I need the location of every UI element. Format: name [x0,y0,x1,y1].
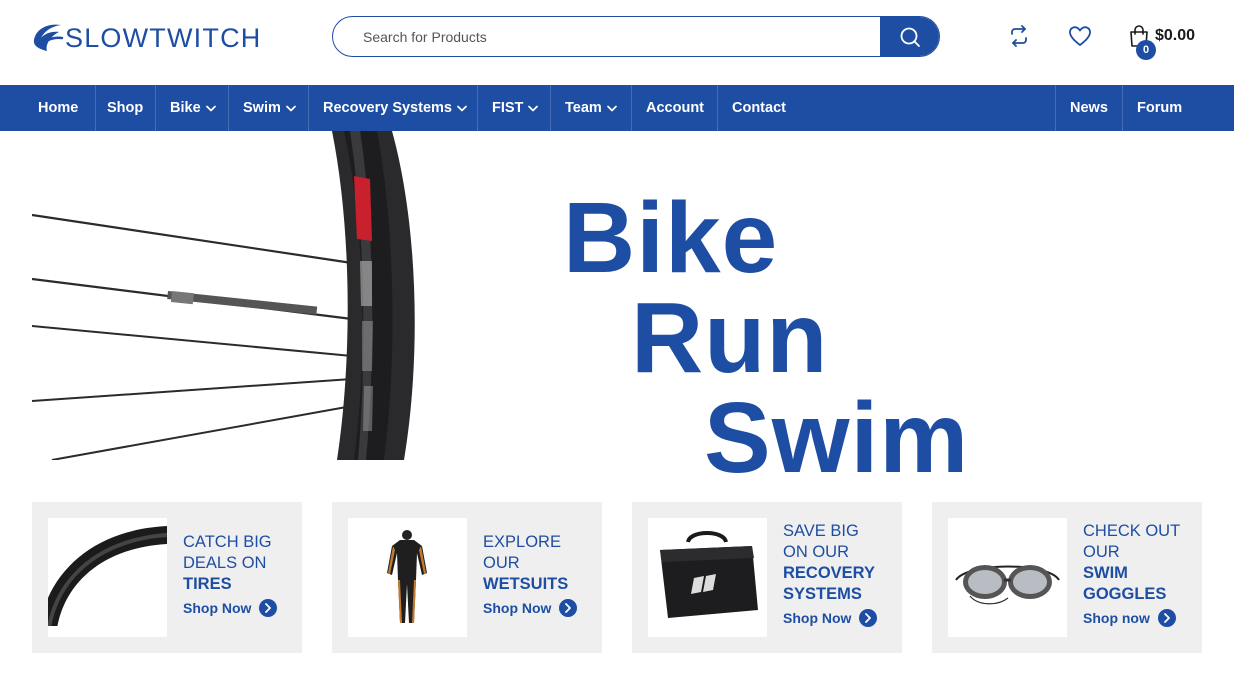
promo-card-swim-goggles[interactable]: CHECK OUT OUR SWIM GOGGLES Shop now [932,502,1202,653]
promo-line: OUR [1083,543,1120,561]
promo-card-tires[interactable]: CATCH BIG DEALS ON TIRES Shop Now [32,502,302,653]
nav-item-label: FIST [492,100,524,116]
search-button[interactable] [880,17,939,56]
shop-now-label: Shop Now [783,610,852,626]
nav-item-home[interactable]: Home [38,85,78,131]
search-input[interactable] [333,17,880,56]
promo-text: CHECK OUT OUR SWIM GOGGLES Shop now [1083,521,1195,627]
site-header: SLOWTWITCH 0 $0.00 [0,0,1234,85]
nav-item-fist[interactable]: FIST [492,85,539,131]
promo-line: DEALS ON [183,554,267,572]
nav-item-bike[interactable]: Bike [170,85,216,131]
svg-text:SLOWTWITCH: SLOWTWITCH [65,23,261,53]
nav-item-swim[interactable]: Swim [243,85,296,131]
promo-line: OUR [483,554,520,572]
promo-text: EXPLORE OUR WETSUITS Shop Now [483,532,595,617]
hero-wheel-image [32,131,416,460]
nav-divider [477,85,478,131]
hero-word-swim: Swim [704,382,970,494]
nav-item-label: Account [646,100,704,116]
nav-divider [1055,85,1056,131]
promo-line: CHECK OUT [1083,522,1181,540]
compare-icon [1011,25,1027,47]
nav-item-contact[interactable]: Contact [732,85,786,131]
shop-now-link[interactable]: Shop Now [183,599,295,617]
promo-card-wetsuits[interactable]: EXPLORE OUR WETSUITS Shop Now [332,502,602,653]
nav-divider [631,85,632,131]
slowtwitch-logo-icon: SLOWTWITCH [33,23,261,53]
promo-line: EXPLORE [483,533,561,551]
wishlist-button[interactable] [1068,24,1092,48]
nav-divider [550,85,551,131]
shop-now-link[interactable]: Shop Now [483,599,595,617]
goggles-product-image [948,518,1067,637]
nav-item-label: Team [565,100,602,116]
promo-highlight: RECOVERY [783,564,875,582]
chevron-down-icon [286,105,296,112]
nav-item-forum[interactable]: Forum [1137,85,1182,131]
nav-item-label: Recovery Systems [323,100,452,116]
chevron-right-icon [859,609,878,627]
chevron-right-icon [1157,609,1176,627]
promo-highlight: SWIM [1083,564,1128,582]
chevron-right-icon [259,599,278,617]
nav-item-news[interactable]: News [1070,85,1108,131]
nav-divider [1122,85,1123,131]
promo-line: ON OUR [783,543,849,561]
nav-item-label: Contact [732,100,786,116]
search-icon [900,27,920,47]
cart-total: $0.00 [1155,27,1196,44]
shop-now-label: Shop Now [183,600,252,616]
search-bar [332,16,940,57]
nav-divider [155,85,156,131]
shop-now-label: Shop now [1083,610,1150,626]
nav-item-label: News [1070,100,1108,116]
chevron-right-icon [559,599,578,617]
nav-divider [308,85,309,131]
nav-item-recovery-systems[interactable]: Recovery Systems [323,85,467,131]
compare-button[interactable] [1007,24,1031,48]
hero-word-run: Run [631,282,829,394]
chevron-down-icon [606,105,617,112]
wishlist-heart-icon [1069,26,1091,46]
nav-divider [95,85,96,131]
chevron-down-icon [205,105,216,112]
cart-count-badge: 0 [1136,40,1156,60]
shop-now-link[interactable]: Shop now [1083,609,1195,627]
chevron-down-icon [457,105,467,112]
nav-item-team[interactable]: Team [565,85,617,131]
nav-item-label: Bike [170,100,201,116]
wetsuit-product-image [348,518,467,637]
hero-word-bike: Bike [563,182,779,294]
nav-item-label: Swim [243,100,281,116]
shop-now-label: Shop Now [483,600,552,616]
promo-line: SAVE BIG [783,522,859,540]
promo-text: SAVE BIG ON OUR RECOVERY SYSTEMS Shop No… [783,521,895,627]
promo-highlight: TIRES [183,575,232,593]
promo-line: CATCH BIG [183,533,272,551]
nav-item-label: Home [38,100,79,116]
nav-divider [228,85,229,131]
chevron-down-icon [528,105,539,112]
promo-card-recovery-systems[interactable]: SAVE BIG ON OUR RECOVERY SYSTEMS Shop No… [632,502,902,653]
cart-button[interactable]: 0 $0.00 [1128,24,1195,60]
shop-now-link[interactable]: Shop Now [783,609,895,627]
main-navigation: Home Shop Bike Swim Recovery Systems FIS… [0,85,1234,131]
tire-product-image [48,518,167,637]
nav-item-account[interactable]: Account [646,85,704,131]
promo-highlight: SYSTEMS [783,585,862,603]
promo-highlight: GOGGLES [1083,585,1167,603]
site-logo[interactable]: SLOWTWITCH [31,20,303,54]
nav-item-label: Shop [107,100,144,116]
promo-highlight: WETSUITS [483,575,569,593]
recovery-bag-product-image [648,518,767,637]
promo-text: CATCH BIG DEALS ON TIRES Shop Now [183,532,295,617]
nav-item-label: Forum [1137,100,1183,116]
nav-item-shop[interactable]: Shop [107,85,143,131]
nav-divider [717,85,718,131]
